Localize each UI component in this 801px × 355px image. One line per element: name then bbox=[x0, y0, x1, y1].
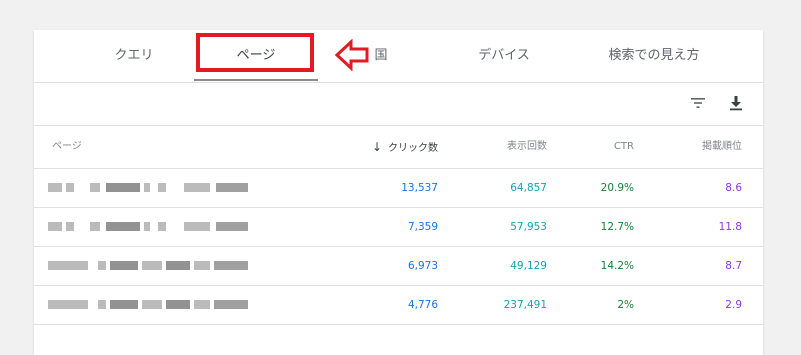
tab-query[interactable]: クエリ bbox=[94, 30, 174, 82]
tab-device[interactable]: デバイス bbox=[459, 30, 549, 82]
cell-impressions: 57,953 bbox=[510, 221, 547, 233]
cell-clicks: 7,359 bbox=[407, 221, 438, 233]
page-url-redacted bbox=[48, 222, 248, 231]
tab-country[interactable]: 国 bbox=[366, 30, 396, 82]
dimension-tabs: クエリ ページ 国 デバイス 検索での見え方 bbox=[34, 30, 763, 83]
column-header-ctr[interactable]: CTR bbox=[579, 126, 634, 168]
cell-position: 11.8 bbox=[718, 221, 742, 233]
cell-impressions: 49,129 bbox=[510, 260, 547, 272]
cell-position: 8.6 bbox=[725, 182, 742, 194]
cell-clicks: 4,776 bbox=[407, 299, 438, 311]
active-tab-indicator bbox=[194, 79, 318, 81]
table-row[interactable]: 13,537 64,857 20.9% 8.6 bbox=[34, 169, 763, 208]
page-url-redacted bbox=[48, 183, 248, 192]
sort-descending-icon: ↓ bbox=[371, 140, 382, 154]
table-row[interactable]: 7,359 57,953 12.7% 11.8 bbox=[34, 208, 763, 247]
cell-ctr: 20.9% bbox=[600, 182, 634, 194]
table-toolbar bbox=[34, 83, 763, 126]
column-header-position[interactable]: 掲載順位 bbox=[674, 126, 742, 168]
cell-ctr: 12.7% bbox=[600, 221, 634, 233]
page-url-redacted bbox=[48, 300, 248, 309]
filter-icon[interactable] bbox=[688, 93, 708, 113]
column-header-clicks[interactable]: ↓ クリック数 bbox=[358, 126, 438, 168]
tab-search-appearance[interactable]: 検索での見え方 bbox=[594, 30, 714, 82]
cell-impressions: 237,491 bbox=[503, 299, 547, 311]
table-row[interactable]: 4,776 237,491 2% 2.9 bbox=[34, 286, 763, 325]
cell-ctr: 14.2% bbox=[600, 260, 634, 272]
cell-clicks: 6,973 bbox=[407, 260, 438, 272]
annotation-highlight-box bbox=[196, 33, 314, 72]
performance-table-card: クエリ ページ 国 デバイス 検索での見え方 ページ ↓ クリック数 表示回数 C… bbox=[34, 30, 763, 355]
annotation-arrow-icon bbox=[335, 39, 369, 71]
column-header-page[interactable]: ページ bbox=[52, 126, 82, 168]
column-header-clicks-label: クリック数 bbox=[388, 143, 438, 154]
table-header: ページ ↓ クリック数 表示回数 CTR 掲載順位 bbox=[34, 126, 763, 169]
table-row[interactable]: 6,973 49,129 14.2% 8.7 bbox=[34, 247, 763, 286]
cell-clicks: 13,537 bbox=[401, 182, 438, 194]
download-icon[interactable] bbox=[726, 93, 746, 113]
cell-position: 2.9 bbox=[725, 299, 742, 311]
page-url-redacted bbox=[48, 261, 248, 270]
cell-position: 8.7 bbox=[725, 260, 742, 272]
cell-impressions: 64,857 bbox=[510, 182, 547, 194]
column-header-impressions[interactable]: 表示回数 bbox=[474, 126, 547, 168]
cell-ctr: 2% bbox=[617, 299, 634, 311]
